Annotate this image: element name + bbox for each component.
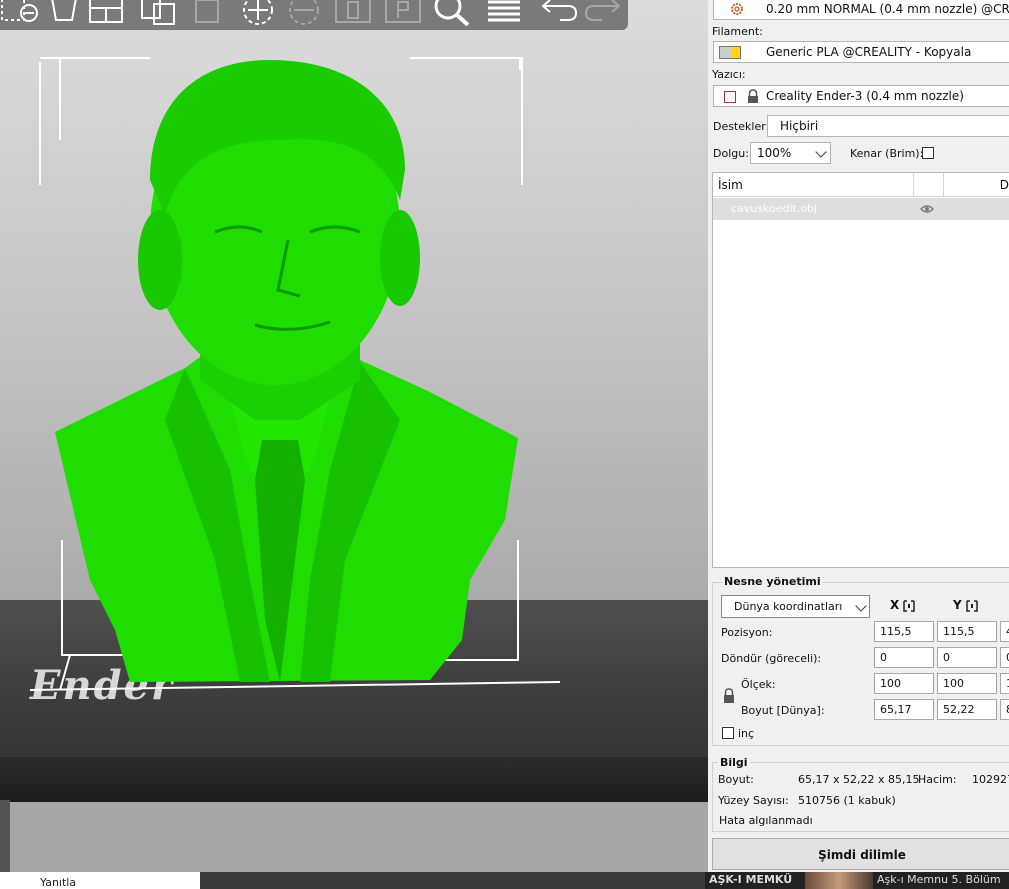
object-list-header: İsim D [713, 173, 1009, 197]
position-z-input[interactable]: 4 [1000, 621, 1009, 642]
infill-select[interactable]: 100% [750, 142, 831, 164]
drop-to-axis-x-icon[interactable] [903, 600, 915, 612]
taskbar-strip: Yanıtla AŞK-I MEMKÜ Aşk-ı Memnu 5. Bölüm [0, 872, 1009, 889]
add-instance-icon[interactable] [238, 0, 278, 26]
column-name[interactable]: İsim [713, 173, 914, 197]
scale-z-input[interactable]: 1 [1000, 673, 1009, 694]
side-scroll-tab[interactable] [0, 800, 10, 872]
filament-label: Filament: [712, 25, 763, 38]
video-channel: AŞK-I MEMKÜ [709, 873, 793, 886]
info-volume-label: Hacim: [918, 773, 957, 786]
info-facets-value: 510756 (1 kabuk) [798, 794, 896, 807]
print-profile-select[interactable]: 0.20 mm NORMAL (0.4 mm nozzle) @CREALITY [713, 0, 1009, 20]
inch-label: inç [738, 727, 755, 740]
rotate-label: Döndür (göreceli): [721, 652, 822, 665]
info-errors: Hata algılanmadı [719, 814, 813, 827]
filament-select[interactable]: Generic PLA @CREALITY - Kopyala [713, 41, 1009, 63]
split-objects-icon[interactable] [334, 0, 372, 26]
size-label: Boyut [Dünya]: [741, 704, 825, 717]
axis-x-label: X [890, 598, 900, 612]
size-z-input[interactable]: 8 [1000, 699, 1009, 720]
axis-y-label: Y [953, 598, 962, 612]
coordinate-system-select[interactable]: Dünya koordinatları [721, 595, 870, 618]
printer-icon [724, 91, 736, 103]
paste-icon[interactable] [190, 0, 226, 26]
video-preview[interactable]: AŞK-I MEMKÜ Aşk-ı Memnu 5. Bölüm [705, 872, 1009, 889]
object-manipulation-title: Nesne yönetimi [722, 575, 823, 588]
info-title: Bilgi [718, 756, 750, 769]
copy-icon[interactable] [140, 0, 180, 26]
lock-icon [748, 89, 758, 103]
size-y-input[interactable]: 52,22 [937, 699, 997, 720]
top-toolbar [0, 0, 628, 30]
undo-icon[interactable] [538, 0, 578, 26]
infill-label: Dolgu: [713, 147, 749, 160]
delete-all-icon[interactable] [48, 0, 80, 26]
position-y-input[interactable]: 115,5 [937, 621, 997, 642]
printer-label: Yazıcı: [712, 68, 746, 81]
remove-instance-icon[interactable] [284, 0, 324, 26]
split-parts-icon[interactable] [384, 0, 422, 26]
rotate-z-input[interactable]: 0 [1000, 647, 1009, 668]
printer-select[interactable]: Creality Ender-3 (0.4 mm nozzle) [713, 85, 1009, 107]
gear-icon [731, 3, 743, 15]
delete-icon[interactable] [0, 0, 40, 26]
search-icon[interactable] [432, 0, 472, 27]
infill-value: 100% [757, 146, 792, 160]
filament-color-swatch [719, 46, 741, 59]
drop-to-axis-y-icon[interactable] [966, 600, 978, 612]
position-x-input[interactable]: 115,5 [874, 621, 934, 642]
redo-icon[interactable] [584, 0, 624, 26]
column-extra[interactable]: D [944, 173, 1009, 197]
filament-value: Generic PLA @CREALITY - Kopyala [766, 45, 972, 59]
arrange-icon[interactable] [88, 0, 124, 26]
brim-checkbox[interactable] [922, 147, 934, 159]
column-visibility[interactable] [914, 173, 944, 197]
info-size-value: 65,17 x 52,22 x 85,15 [798, 773, 920, 786]
3d-viewport[interactable]: Ender [0, 0, 708, 872]
slice-now-button[interactable]: Şimdi dilimle [712, 838, 1009, 870]
rotate-y-input[interactable]: 0 [937, 647, 997, 668]
supports-value: Hiçbiri [780, 119, 819, 133]
taskbar-dark-area [200, 872, 705, 889]
reply-link[interactable]: Yanıtla [40, 876, 76, 889]
info-size-label: Boyut: [718, 773, 754, 786]
info-facets-label: Yüzey Sayısı: [718, 794, 789, 807]
printer-value: Creality Ender-3 (0.4 mm nozzle) [766, 89, 964, 103]
chevron-down-icon [855, 600, 867, 612]
position-label: Pozisyon: [721, 626, 773, 639]
chevron-down-icon [815, 146, 827, 158]
coordinate-system-value: Dünya koordinatları [734, 600, 843, 613]
settings-panel: 0.20 mm NORMAL (0.4 mm nozzle) @CREALITY… [708, 0, 1009, 872]
layers-icon[interactable] [486, 0, 522, 26]
object-list[interactable]: İsim D cavuskoedit.obj [712, 172, 1009, 568]
lock-icon[interactable] [722, 688, 736, 704]
scale-x-input[interactable]: 100 [874, 673, 934, 694]
inch-checkbox[interactable] [722, 727, 734, 739]
supports-label: Destekler: [713, 120, 770, 133]
model-bust[interactable] [0, 0, 708, 872]
list-item[interactable]: cavuskoedit.obj [713, 198, 1009, 220]
eye-icon[interactable] [920, 203, 934, 215]
print-profile-value: 0.20 mm NORMAL (0.4 mm nozzle) @CREALITY [766, 2, 1009, 16]
size-x-input[interactable]: 65,17 [874, 699, 934, 720]
info-volume-value: 102927, [972, 773, 1009, 786]
scale-y-input[interactable]: 100 [937, 673, 997, 694]
video-title: Aşk-ı Memnu 5. Bölüm [877, 873, 1001, 886]
supports-select[interactable]: Hiçbiri [767, 115, 1009, 137]
rotate-x-input[interactable]: 0 [874, 647, 934, 668]
brim-label: Kenar (Brim): [850, 147, 924, 160]
scale-label: Ölçek: [741, 678, 776, 691]
object-name: cavuskoedit.obj [731, 202, 818, 215]
video-thumbnail [805, 872, 873, 889]
